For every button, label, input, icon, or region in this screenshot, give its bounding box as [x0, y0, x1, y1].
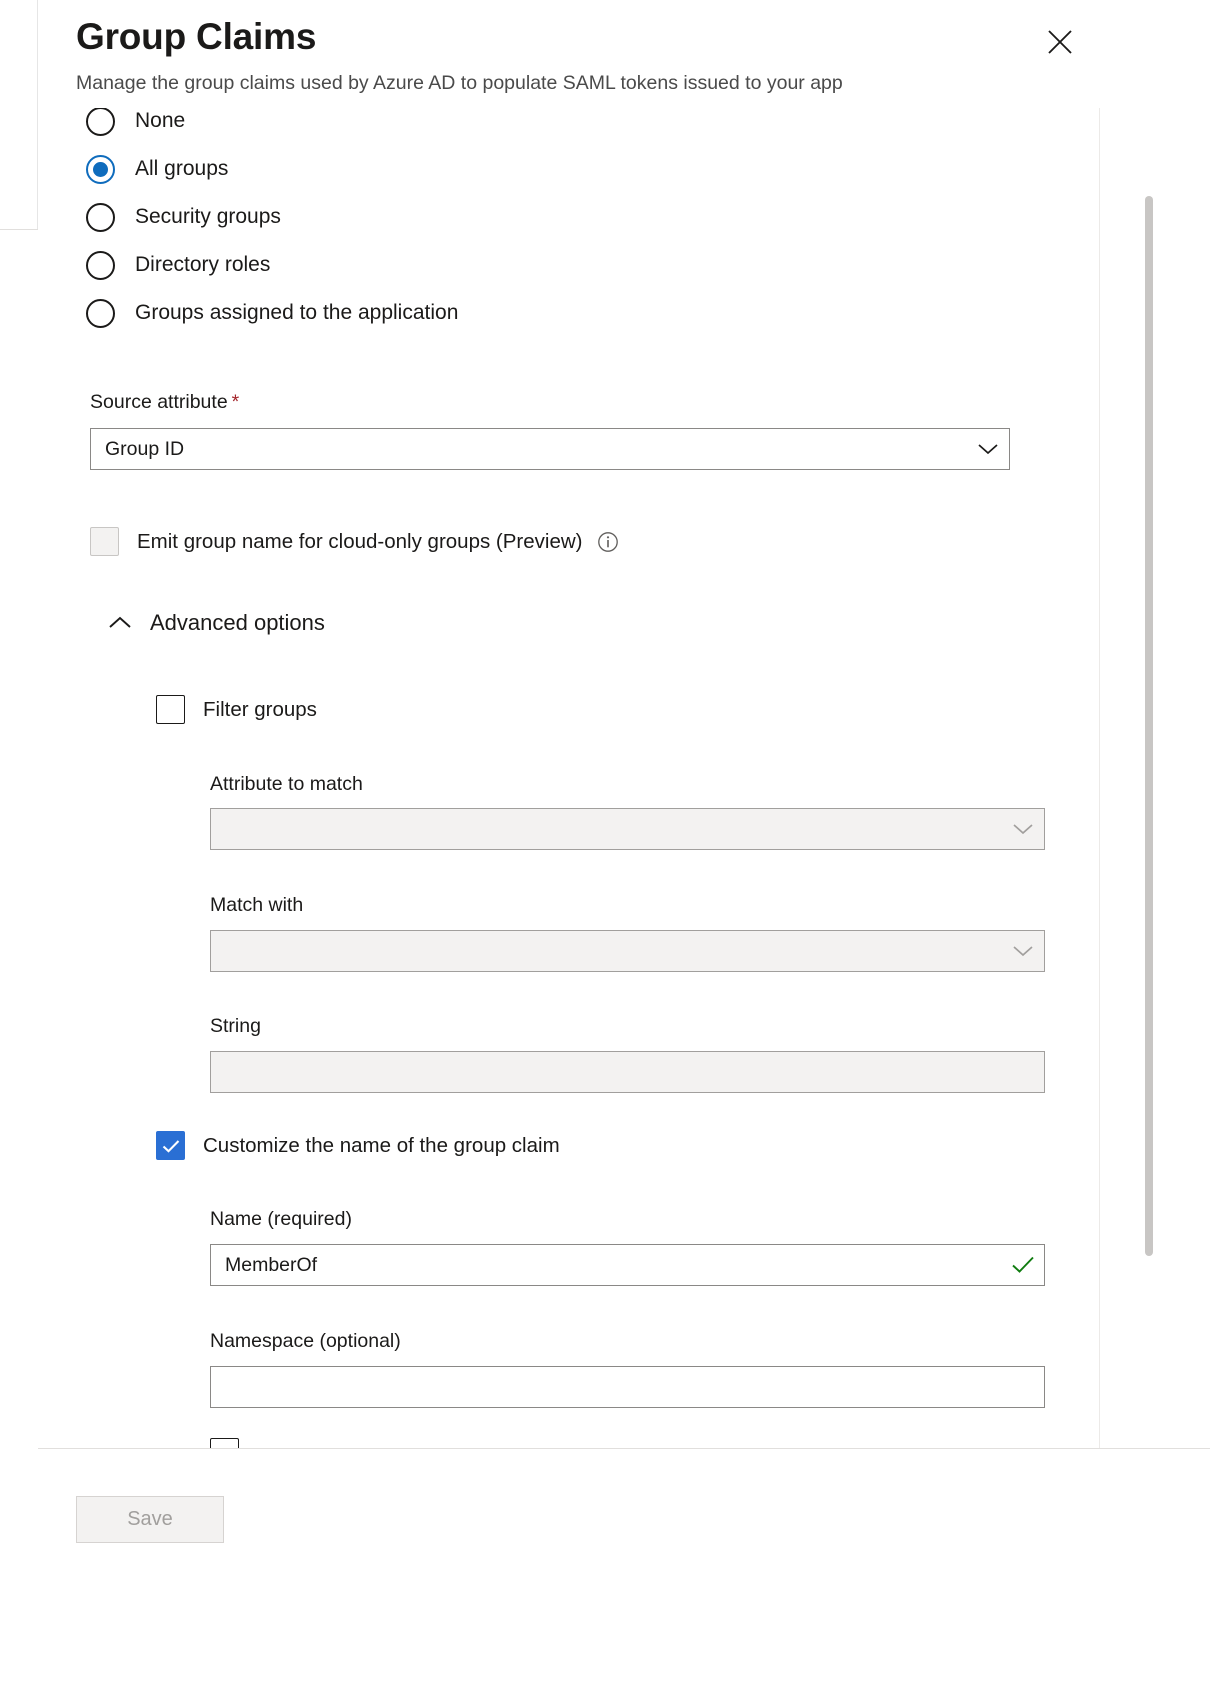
- chevron-up-icon: [102, 615, 138, 631]
- radio-option-security-groups[interactable]: Security groups: [86, 196, 281, 238]
- radio-dot: [93, 162, 108, 177]
- string-input[interactable]: [210, 1051, 1045, 1093]
- close-icon[interactable]: [1038, 20, 1082, 64]
- background-divider-horizontal: [0, 229, 38, 230]
- radio-label: All groups: [135, 157, 228, 181]
- checkbox-unchecked-icon: [90, 527, 119, 556]
- match-with-label: Match with: [210, 894, 303, 917]
- radio-circle-icon: [86, 108, 115, 136]
- chevron-down-icon: [1002, 944, 1044, 958]
- source-attribute-select[interactable]: Group ID: [90, 428, 1010, 470]
- blade-content: None All groups Security groups Director…: [38, 108, 1100, 1448]
- checkbox-unchecked-icon: [210, 1438, 239, 1448]
- group-claims-blade: Group Claims Manage the group claims use…: [38, 0, 1210, 1690]
- name-field-label: Name (required): [210, 1208, 352, 1231]
- blade-footer: Save: [38, 1448, 1210, 1690]
- clipped-checkbox-row[interactable]: [210, 1438, 239, 1448]
- source-attribute-label: Source attribute*: [90, 391, 239, 414]
- radio-label: Groups assigned to the application: [135, 301, 458, 325]
- match-with-select[interactable]: [210, 930, 1045, 972]
- radio-option-directory-roles[interactable]: Directory roles: [86, 244, 270, 286]
- emit-group-name-label: Emit group name for cloud-only groups (P…: [137, 530, 583, 554]
- advanced-options-label: Advanced options: [150, 610, 325, 636]
- emit-group-name-checkbox-row[interactable]: Emit group name for cloud-only groups (P…: [90, 527, 619, 556]
- namespace-field-label: Namespace (optional): [210, 1330, 401, 1353]
- blade-header: Group Claims Manage the group claims use…: [38, 0, 1210, 108]
- source-attribute-value: Group ID: [91, 438, 967, 461]
- namespace-input[interactable]: [210, 1366, 1045, 1408]
- radio-option-all-groups[interactable]: All groups: [86, 148, 228, 190]
- radio-circle-icon: [86, 299, 115, 328]
- checkbox-checked-icon: [156, 1131, 185, 1160]
- chevron-down-icon: [1002, 822, 1044, 836]
- string-label: String: [210, 1015, 261, 1038]
- customize-claim-name-checkbox-row[interactable]: Customize the name of the group claim: [156, 1131, 560, 1160]
- content-right-edge: [1099, 108, 1100, 1448]
- page-background-strip: [0, 0, 38, 1690]
- name-value: MemberOf: [211, 1254, 1002, 1277]
- radio-option-groups-assigned[interactable]: Groups assigned to the application: [86, 292, 458, 334]
- page-title: Group Claims: [76, 16, 316, 58]
- filter-groups-label: Filter groups: [203, 698, 317, 722]
- page-subtitle: Manage the group claims used by Azure AD…: [76, 72, 843, 95]
- radio-option-none[interactable]: None: [86, 108, 185, 142]
- filter-groups-checkbox-row[interactable]: Filter groups: [156, 695, 317, 724]
- radio-circle-icon: [86, 203, 115, 232]
- scrollbar-track[interactable]: [1142, 108, 1155, 1448]
- footer-left-strip: [0, 1448, 38, 1690]
- attribute-to-match-label: Attribute to match: [210, 773, 363, 796]
- radio-circle-selected-icon: [86, 155, 115, 184]
- group-claims-panel: Group Claims Manage the group claims use…: [0, 0, 1210, 1690]
- required-marker: *: [232, 391, 240, 413]
- source-attribute-label-text: Source attribute: [90, 391, 228, 413]
- customize-claim-name-label: Customize the name of the group claim: [203, 1134, 560, 1158]
- info-icon[interactable]: [597, 531, 619, 553]
- checkbox-unchecked-icon: [156, 695, 185, 724]
- radio-label: Directory roles: [135, 253, 270, 277]
- name-input[interactable]: MemberOf: [210, 1244, 1045, 1286]
- advanced-options-toggle[interactable]: Advanced options: [102, 610, 325, 636]
- radio-circle-icon: [86, 251, 115, 280]
- scrollbar-thumb[interactable]: [1145, 196, 1153, 1256]
- chevron-down-icon: [967, 442, 1009, 456]
- checkmark-icon: [1002, 1256, 1044, 1274]
- attribute-to-match-select[interactable]: [210, 808, 1045, 850]
- radio-label: Security groups: [135, 205, 281, 229]
- radio-label: None: [135, 109, 185, 133]
- save-button[interactable]: Save: [76, 1496, 224, 1543]
